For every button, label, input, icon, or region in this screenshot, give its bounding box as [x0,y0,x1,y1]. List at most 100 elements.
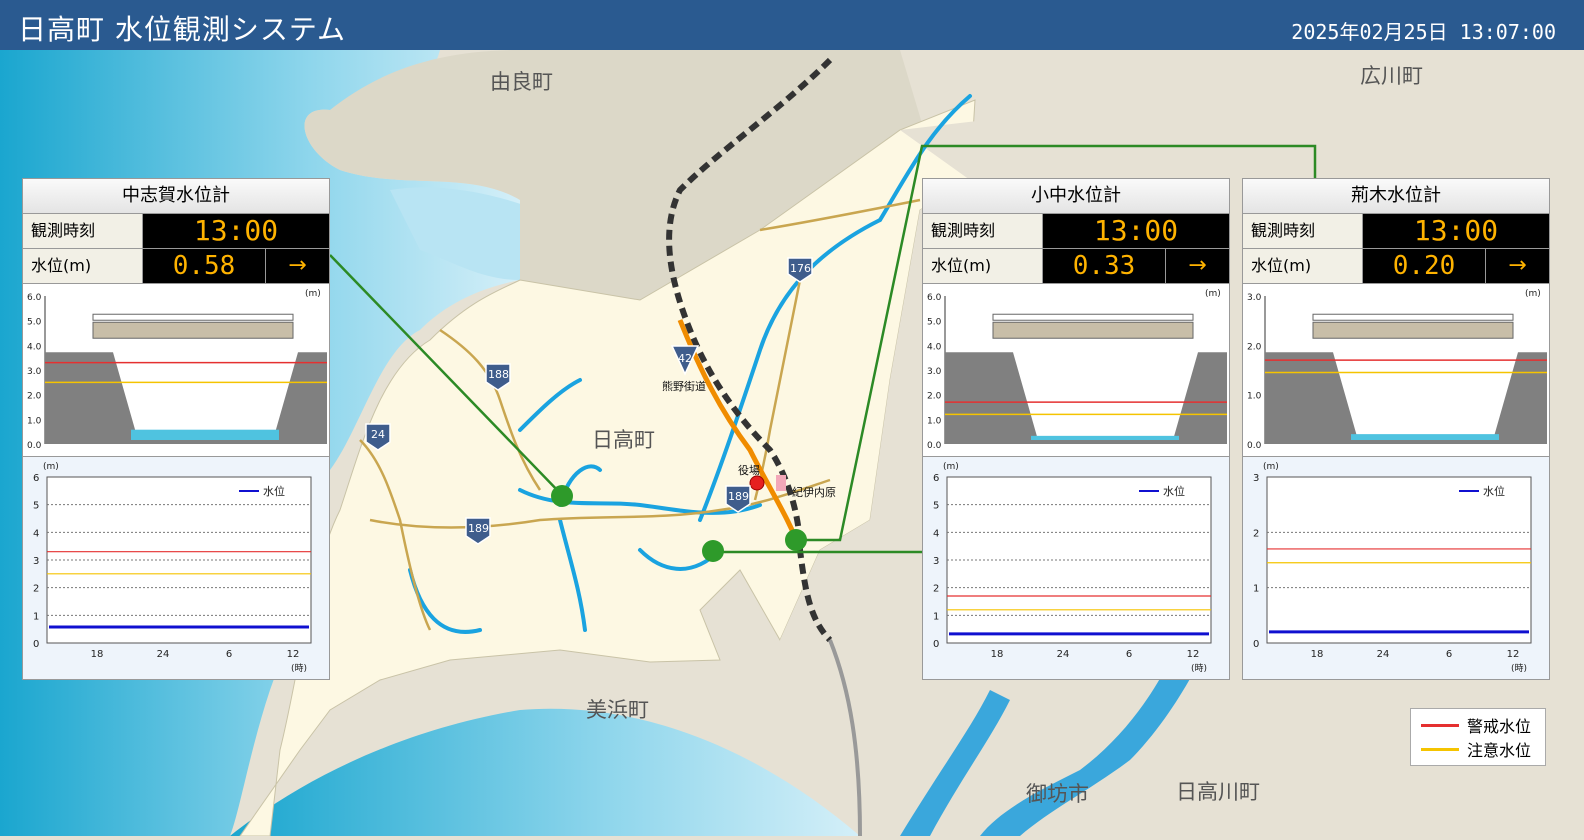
map-label-hidaka: 日高町 [592,428,655,452]
river-bank [1265,352,1547,444]
route-label-189b: 189 [728,490,749,503]
station-marker-kii-uchihara [776,475,786,491]
section-tick-label: 3.0 [27,367,42,377]
section-tick-label: 0.0 [927,441,942,451]
section-tick-label: 1.0 [1247,392,1262,402]
station-marker-nakashiga [551,485,573,507]
section-tick-label: 6.0 [27,293,42,303]
station-marker-konaka [702,540,724,562]
app-title: 日高町 水位観測システム [18,13,347,46]
graph-y-tick: 3 [33,556,39,567]
water-level-value: 0.33 [1043,249,1166,283]
river-cross-section: 6.0 5.0 4.0 3.0 2.0 1.0 0.0 (m) [23,284,329,457]
graph-svg: 6 5 4 3 2 1 0 (m) 18 24 6 12 (時) 水位 [33,462,312,674]
section-tick-label: 2.0 [27,392,42,402]
water-level-graph: 6 5 4 3 2 1 0 (m) 18 24 6 12 (時) 水位 [923,457,1229,679]
observation-time-row: 観測時刻 13:00 [23,214,329,249]
gauge-panel-konaka[interactable]: 小中水位計 観測時刻 13:00 水位(m) 0.33 → 6.0 5.0 4.0 3.0 2.0 1… [922,178,1230,680]
graph-y-tick: 5 [33,501,39,512]
graph-legend-label: 水位 [1483,484,1505,498]
river-bank [945,352,1227,444]
section-tick-label: 6.0 [927,293,942,303]
graph-y-tick: 1 [1253,584,1259,595]
gauge-title: 荊木水位計 [1243,179,1549,214]
bridge-deck [1312,321,1514,339]
graph-y-tick: 0 [33,639,39,650]
gauge-title: 小中水位計 [923,179,1229,214]
graph-x-tick: 12 [287,649,300,660]
header-bar: 日高町 水位観測システム 2025年02月25日 13:07:00 [0,0,1584,50]
graph-svg: 6 5 4 3 2 1 0 (m) 18 24 6 12 (時) 水位 [933,462,1212,674]
graph-y-tick: 5 [933,501,939,512]
graph-y-tick: 3 [933,556,939,567]
gauge-panel-ibaragi[interactable]: 荊木水位計 観測時刻 13:00 水位(m) 0.20 → 3.0 2.0 1.0 0.0 (m) 3… [1242,178,1550,680]
route-label-24: 24 [371,428,385,441]
graph-y-tick: 1 [33,611,39,622]
map-label-kii-uchihara: 紀伊内原 [792,486,836,499]
legend-swatch-caution [1421,747,1459,751]
water-level-value: 0.58 [143,249,266,283]
graph-plot-area [1266,476,1532,644]
observation-time-value: 13:00 [1043,214,1229,248]
water-level-graph: 3 2 1 0 (m) 18 24 6 12 (時) 水位 [1243,457,1549,679]
graph-x-tick: 24 [157,649,170,660]
graph-unit-m: (m) [43,462,59,472]
gauge-title: 中志賀水位計 [23,179,329,214]
route-label-176: 176 [790,262,811,275]
graph-x-tick: 18 [91,649,104,660]
graph-unit-hour: (時) [291,663,307,674]
gauge-panel-nakashiga[interactable]: 中志賀水位計 観測時刻 13:00 水位(m) 0.58 → 6.0 5.0 4.0 3.0 2.0… [22,178,330,680]
section-tick-label: 3.0 [1247,293,1262,303]
observation-time-value: 13:00 [143,214,329,248]
graph-legend-label: 水位 [263,484,285,498]
map-label-gobo: 御坊市 [1026,782,1089,806]
graph-unit-m: (m) [1263,462,1279,472]
route-label-42: 42 [678,352,692,365]
current-datetime: 2025年02月25日 13:07:00 [1291,20,1556,44]
section-unit-label: (m) [1205,289,1221,299]
graph-y-tick: 6 [33,473,39,484]
graph-x-tick: 24 [1377,649,1390,660]
section-tick-label: 2.0 [1247,342,1262,352]
trend-arrow-icon: → [266,249,329,283]
river-cross-section: 3.0 2.0 1.0 0.0 (m) [1243,284,1549,457]
town-office-marker [749,475,765,491]
observation-time-label: 観測時刻 [923,214,1043,248]
legend-row-caution: 注意水位 [1421,738,1531,760]
graph-x-tick: 18 [991,649,1004,660]
observation-time-label: 観測時刻 [1243,214,1363,248]
graph-y-tick: 4 [33,528,39,539]
graph-x-tick: 12 [1187,649,1200,660]
sea-bay [230,708,860,836]
graph-y-tick: 2 [33,584,39,595]
legend-swatch-warning [1421,723,1459,727]
legend-label-caution: 注意水位 [1467,741,1532,760]
legend-label-warning: 警戒水位 [1467,717,1532,736]
map-label-mihama: 美浜町 [586,698,649,722]
water-level-value: 0.20 [1363,249,1486,283]
graph-x-tick: 24 [1057,649,1070,660]
graph-x-tick: 6 [1446,649,1452,660]
map-label-yura: 由良町 [490,70,553,94]
section-tick-label: 5.0 [27,318,42,328]
bridge-rail [92,313,294,321]
section-tick-label: 0.0 [27,441,42,451]
bridge-rail [992,313,1194,321]
water-fill [1031,435,1179,440]
graph-y-tick: 1 [933,611,939,622]
map-label-hirogawa: 広川町 [1360,64,1423,88]
water-level-label: 水位(m) [23,249,143,283]
section-tick-label: 5.0 [927,318,942,328]
graph-unit-m: (m) [943,462,959,472]
map-label-yakuba: 役場 [738,464,760,477]
section-tick-label: 4.0 [927,342,942,352]
section-tick-label: 3.0 [927,367,942,377]
cross-section-svg: 6.0 5.0 4.0 3.0 2.0 1.0 0.0 (m) [927,289,1227,451]
river-cross-section: 6.0 5.0 4.0 3.0 2.0 1.0 0.0 (m) [923,284,1229,457]
map-label-hidakagawa: 日高川町 [1176,780,1260,804]
trend-arrow-icon: → [1166,249,1229,283]
water-fill [1351,434,1499,440]
legend-row-warning: 警戒水位 [1421,714,1531,736]
water-level-label: 水位(m) [1243,249,1363,283]
section-tick-label: 1.0 [927,416,942,426]
